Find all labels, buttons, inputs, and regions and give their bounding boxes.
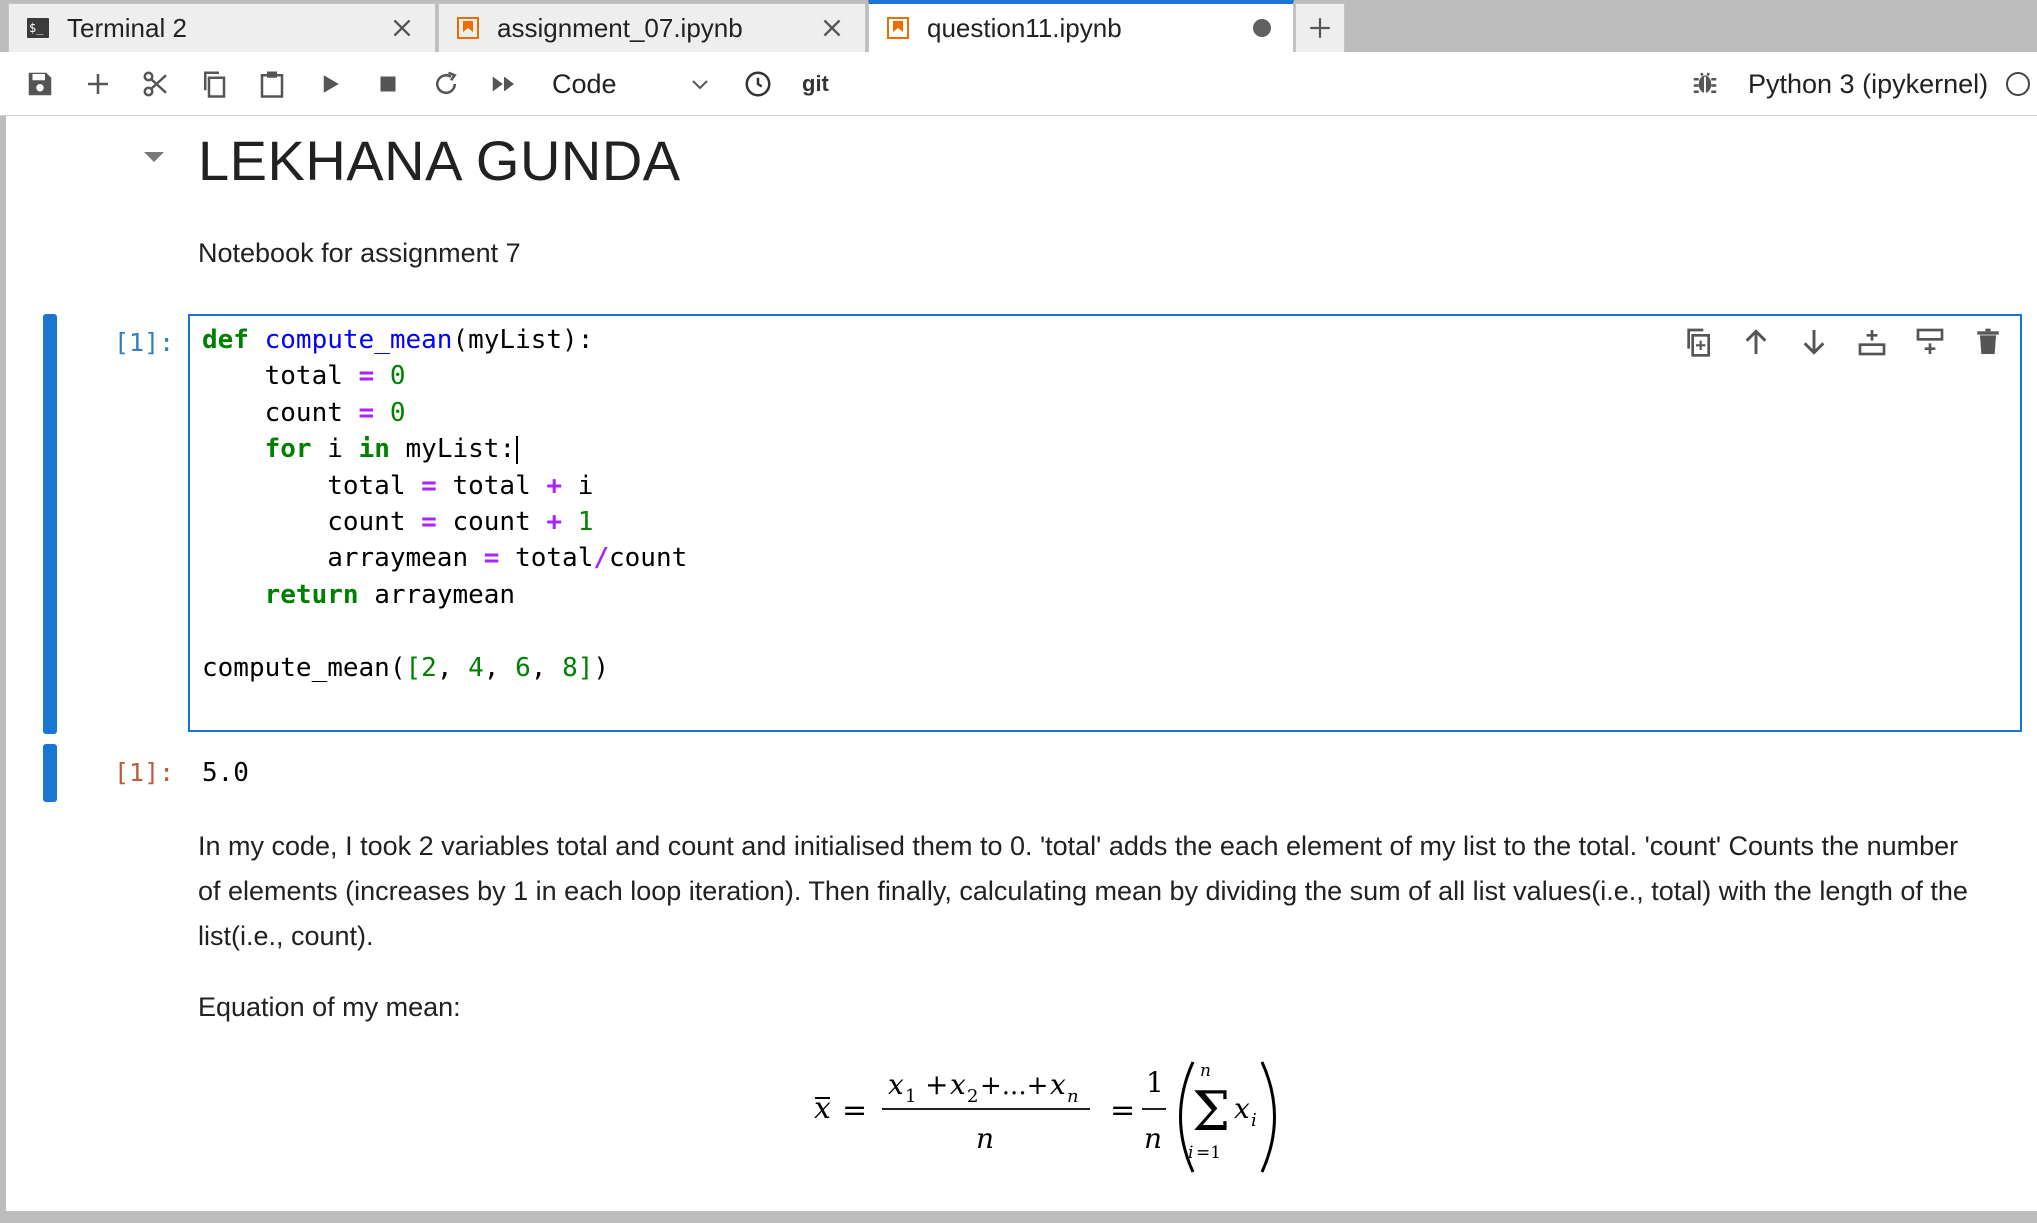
svg-text:i: i bbox=[1251, 1110, 1257, 1131]
interrupt-button[interactable] bbox=[370, 66, 406, 102]
terminal-icon: $_ bbox=[27, 18, 49, 38]
notebook-panel: LEKHANA GUNDA Notebook for assignment 7 … bbox=[0, 116, 2037, 1211]
svg-text:n: n bbox=[1067, 1086, 1079, 1107]
svg-text:Σ: Σ bbox=[1192, 1080, 1230, 1143]
delete-cell-icon[interactable] bbox=[1972, 326, 2004, 358]
cell-type-select[interactable]: Code bbox=[552, 66, 712, 102]
copy-button[interactable] bbox=[196, 66, 232, 102]
kernel-status-icon bbox=[2006, 72, 2030, 96]
svg-text:2: 2 bbox=[967, 1086, 978, 1107]
save-button[interactable] bbox=[22, 66, 58, 102]
play-icon bbox=[323, 75, 339, 93]
fast-forward-icon bbox=[492, 76, 514, 92]
bottom-bar bbox=[0, 1211, 2037, 1223]
svg-text:x: x bbox=[1234, 1092, 1250, 1125]
tab-label: Terminal 2 bbox=[67, 12, 187, 43]
run-all-button[interactable] bbox=[486, 66, 522, 102]
run-button[interactable] bbox=[312, 66, 348, 102]
svg-text:x: x bbox=[950, 1068, 966, 1101]
git-button[interactable]: git bbox=[802, 66, 829, 102]
tab-terminal-2[interactable]: $_ Terminal 2 bbox=[8, 3, 436, 52]
move-down-icon[interactable] bbox=[1798, 326, 1830, 358]
notebook-toolbar: Code git Python 3 (ipykernel) bbox=[0, 52, 2037, 116]
input-prompt: [1]: bbox=[114, 328, 175, 357]
notebook-title: LEKHANA GUNDA bbox=[198, 129, 681, 192]
code-source[interactable]: def compute_mean(myList): total = 0 coun… bbox=[202, 322, 687, 686]
svg-text:1: 1 bbox=[1146, 1066, 1164, 1099]
debugger-bug-icon[interactable] bbox=[1690, 68, 1720, 98]
tab-label: question11.ipynb bbox=[927, 12, 1122, 43]
svg-text:=: = bbox=[842, 1093, 867, 1128]
svg-text:x: x bbox=[888, 1068, 904, 1101]
kernel-name[interactable]: Python 3 (ipykernel) bbox=[1748, 66, 1988, 102]
duplicate-cell-icon[interactable] bbox=[1682, 326, 1714, 358]
svg-text:x: x bbox=[1050, 1068, 1066, 1101]
plus-icon bbox=[88, 74, 108, 94]
notebook-icon bbox=[887, 17, 909, 39]
svg-text:x: x bbox=[814, 1091, 831, 1126]
tab-question11[interactable]: question11.ipynb bbox=[868, 0, 1294, 52]
refresh-icon bbox=[436, 71, 457, 95]
explanation-text: In my code, I took 2 variables total and… bbox=[198, 831, 1968, 951]
copy-icon bbox=[204, 71, 226, 98]
svg-text:n: n bbox=[976, 1122, 994, 1155]
cell-output: 5.0 bbox=[202, 758, 249, 788]
clock-icon bbox=[745, 71, 771, 97]
svg-text:1: 1 bbox=[905, 1086, 916, 1107]
scissors-icon bbox=[143, 71, 167, 97]
output-prompt: [1]: bbox=[114, 758, 175, 787]
output-collapser[interactable] bbox=[43, 744, 57, 802]
tab-label: assignment_07.ipynb bbox=[497, 12, 743, 43]
insert-below-icon[interactable] bbox=[1914, 326, 1946, 358]
collapse-heading-icon[interactable] bbox=[138, 148, 170, 168]
stop-icon bbox=[380, 76, 396, 92]
new-tab-button[interactable] bbox=[1295, 3, 1345, 52]
insert-cell-button[interactable] bbox=[80, 66, 116, 102]
text-cursor bbox=[516, 435, 519, 464]
equation-label: Equation of my mean: bbox=[198, 992, 461, 1022]
close-icon[interactable] bbox=[389, 15, 415, 41]
mean-equation: x = x1 + x2 +...+ xn n = 1 n n Σ i =1 xi bbox=[814, 1061, 1276, 1173]
svg-text:=: = bbox=[1110, 1093, 1135, 1128]
svg-text:i: i bbox=[1188, 1143, 1193, 1163]
cell-type-value: Code bbox=[552, 68, 617, 99]
tab-assignment-07[interactable]: assignment_07.ipynb bbox=[438, 3, 866, 52]
svg-text:n: n bbox=[1200, 1061, 1211, 1081]
cell-collapser[interactable] bbox=[43, 314, 57, 734]
svg-text:+...+: +...+ bbox=[980, 1071, 1048, 1101]
history-button[interactable] bbox=[740, 66, 776, 102]
cut-button[interactable] bbox=[138, 66, 174, 102]
save-icon bbox=[28, 72, 52, 96]
close-icon[interactable] bbox=[819, 15, 845, 41]
insert-above-icon[interactable] bbox=[1856, 326, 1888, 358]
move-up-icon[interactable] bbox=[1740, 326, 1772, 358]
svg-text:n: n bbox=[1144, 1122, 1162, 1155]
svg-text:+: + bbox=[925, 1068, 948, 1101]
unsaved-indicator-icon[interactable] bbox=[1253, 19, 1271, 37]
paste-button[interactable] bbox=[254, 66, 290, 102]
restart-button[interactable] bbox=[428, 66, 464, 102]
notebook-icon bbox=[457, 17, 479, 39]
clipboard-icon bbox=[260, 71, 284, 98]
tab-bar: $_ Terminal 2 assignment_07.ipynb questi… bbox=[0, 0, 2037, 52]
svg-text:=1: =1 bbox=[1196, 1143, 1221, 1163]
notebook-subtitle: Notebook for assignment 7 bbox=[198, 238, 521, 268]
plus-icon bbox=[1310, 18, 1330, 38]
chevron-down-icon bbox=[692, 80, 708, 90]
code-editor[interactable]: def compute_mean(myList): total = 0 coun… bbox=[188, 314, 2022, 732]
